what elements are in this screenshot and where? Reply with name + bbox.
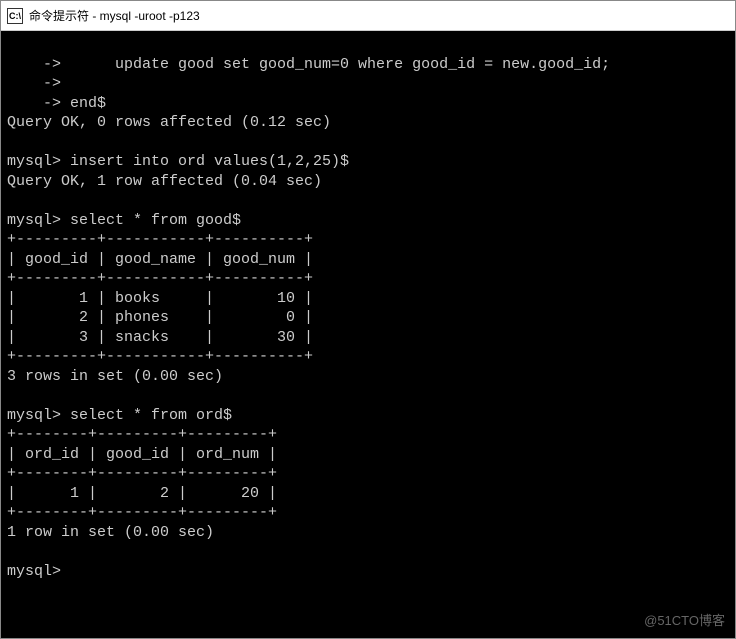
terminal-line: | 3 | snacks | 30 | [7, 329, 313, 346]
terminal-line: Query OK, 0 rows affected (0.12 sec) [7, 114, 331, 131]
terminal-line: +---------+-----------+----------+ [7, 231, 313, 248]
terminal-line: | 1 | 2 | 20 | [7, 485, 277, 502]
terminal-line: | ord_id | good_id | ord_num | [7, 446, 277, 463]
terminal-line: | 1 | books | 10 | [7, 290, 313, 307]
terminal-line: mysql> insert into ord values(1,2,25)$ [7, 153, 349, 170]
terminal-line: -> [7, 75, 61, 92]
terminal-line: +---------+-----------+----------+ [7, 270, 313, 287]
cmd-icon: C:\ [7, 8, 23, 24]
terminal-line: mysql> select * from ord$ [7, 407, 232, 424]
terminal-line: -> end$ [7, 95, 106, 112]
terminal-line: mysql> select * from good$ [7, 212, 241, 229]
terminal-line: +--------+---------+---------+ [7, 426, 277, 443]
terminal-line: +---------+-----------+----------+ [7, 348, 313, 365]
terminal-line: | good_id | good_name | good_num | [7, 251, 313, 268]
terminal-line: | 2 | phones | 0 | [7, 309, 313, 326]
terminal-output[interactable]: -> update good set good_num=0 where good… [1, 31, 735, 638]
watermark: @51CTO博客 [644, 613, 725, 630]
terminal-line: 3 rows in set (0.00 sec) [7, 368, 223, 385]
titlebar[interactable]: C:\ 命令提示符 - mysql -uroot -p123 [1, 1, 735, 31]
window-title: 命令提示符 - mysql -uroot -p123 [29, 7, 200, 24]
app-window: C:\ 命令提示符 - mysql -uroot -p123 -> update… [0, 0, 736, 639]
terminal-line: mysql> [7, 563, 61, 580]
terminal-line: -> update good set good_num=0 where good… [7, 56, 610, 73]
terminal-line: Query OK, 1 row affected (0.04 sec) [7, 173, 322, 190]
terminal-line: 1 row in set (0.00 sec) [7, 524, 214, 541]
terminal-line: +--------+---------+---------+ [7, 465, 277, 482]
terminal-line: +--------+---------+---------+ [7, 504, 277, 521]
